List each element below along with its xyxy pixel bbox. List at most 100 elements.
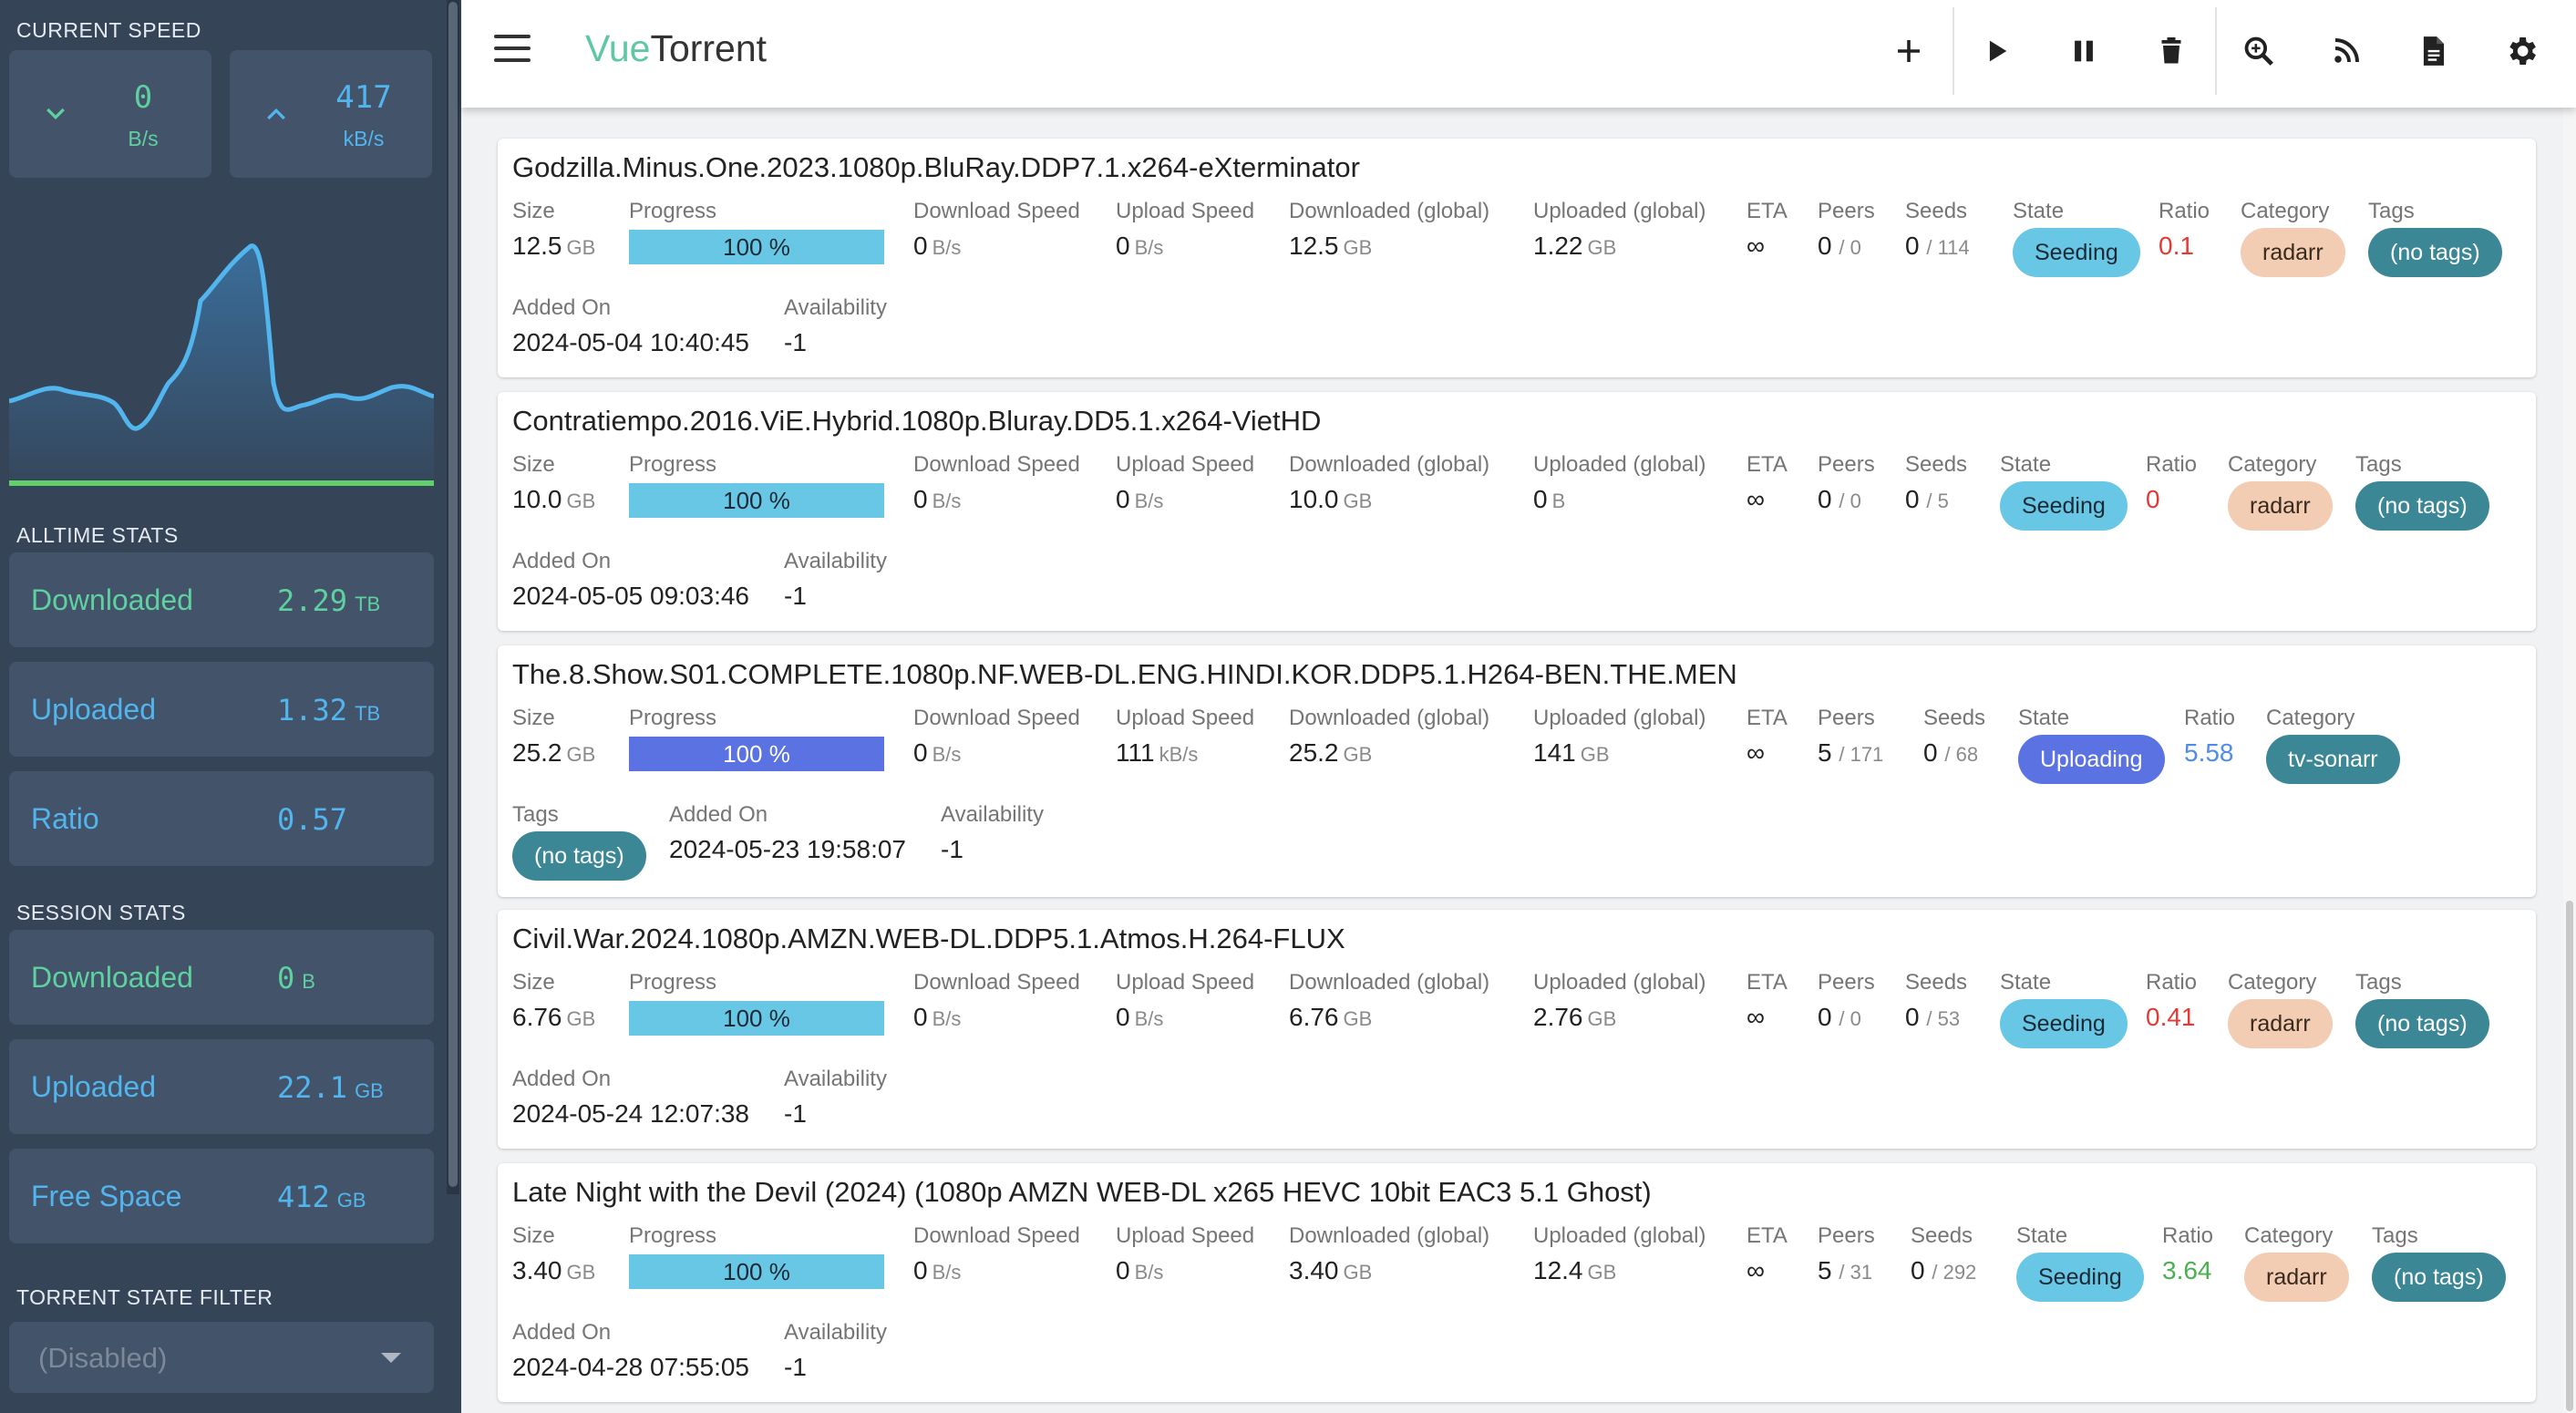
rss-icon[interactable]	[2321, 26, 2372, 77]
session-heading: SESSION STATS	[16, 901, 186, 924]
size-field: Size 10.0 GB	[512, 452, 596, 513]
ratio-field: Ratio 0.41	[2146, 970, 2198, 1031]
uploaded-global-field: Uploaded (global) 12.4 GB	[1533, 1223, 1706, 1284]
ratio-field: Ratio 0.1	[2159, 199, 2210, 260]
uploaded-global-field: Uploaded (global) 2.76 GB	[1533, 970, 1706, 1031]
torrent-name: Godzilla.Minus.One.2023.1080p.BluRay.DDP…	[512, 151, 1360, 183]
status-badge: Seeding	[2016, 1253, 2144, 1302]
speed-graph-area	[9, 245, 434, 479]
availability-field: Availability -1	[784, 1067, 887, 1128]
alltime-heading: ALLTIME STATS	[16, 523, 179, 547]
progress-bar: 100 %	[629, 737, 884, 771]
progress-field: Progress 100 %	[629, 706, 884, 771]
session-uploaded-label: Uploaded	[31, 1070, 156, 1103]
progress-bar: 100 %	[629, 1001, 884, 1036]
category-chip: radarr	[2241, 228, 2345, 277]
state-field: State Seeding	[2016, 1223, 2144, 1302]
chevron-down-icon	[381, 1353, 401, 1363]
downloaded-global-field: Downloaded (global) 3.40 GB	[1289, 1223, 1490, 1284]
tag-chip: (no tags)	[2372, 1253, 2506, 1302]
added-on-field: Added On 2024-05-05 09:03:46	[512, 549, 749, 610]
free-space-card: Free Space 412 GB	[9, 1149, 434, 1243]
progress-field: Progress 100 %	[629, 199, 884, 264]
settings-icon[interactable]	[2496, 26, 2547, 77]
category-chip: radarr	[2228, 999, 2333, 1048]
state-filter-select[interactable]: (Disabled)	[9, 1322, 434, 1393]
upload-speed-field: Upload Speed 0 B/s	[1116, 1223, 1255, 1284]
tags-field: Tags (no tags)	[2368, 199, 2502, 277]
alltime-uploaded-value: 1.32 TB	[277, 693, 381, 727]
peers-field: Peers 5 / 171	[1818, 706, 1884, 767]
added-on-field: Added On 2024-05-04 10:40:45	[512, 295, 749, 356]
category-field: Category radarr	[2244, 1223, 2349, 1302]
torrent-name: Contratiempo.2016.ViE.Hybrid.1080p.Blura…	[512, 405, 1322, 437]
peers-field: Peers 0 / 0	[1818, 452, 1875, 513]
tags-field: Tags (no tags)	[512, 802, 646, 881]
torrent-card[interactable]: Contratiempo.2016.ViE.Hybrid.1080p.Blura…	[498, 392, 2536, 631]
category-chip: tv-sonarr	[2266, 735, 2400, 784]
session-uploaded-value: 22.1 GB	[277, 1070, 384, 1105]
chevron-down-icon	[46, 108, 65, 120]
state-filter-heading: TORRENT STATE FILTER	[16, 1285, 273, 1309]
torrent-name: Civil.War.2024.1080p.AMZN.WEB-DL.DDP5.1.…	[512, 923, 1345, 954]
session-downloaded-value: 0B	[277, 961, 315, 995]
tag-chip: (no tags)	[2355, 481, 2489, 531]
torrent-card[interactable]: Civil.War.2024.1080p.AMZN.WEB-DL.DDP5.1.…	[498, 910, 2536, 1149]
state-field: State Seeding	[2013, 199, 2140, 277]
download-speed-field: Download Speed 0 B/s	[913, 199, 1080, 260]
torrent-name: The.8.Show.S01.COMPLETE.1080p.NF.WEB-DL.…	[512, 658, 1737, 690]
alltime-ratio-label: Ratio	[31, 802, 99, 835]
added-on-field: Added On 2024-04-28 07:55:05	[512, 1320, 749, 1381]
category-field: Category radarr	[2228, 452, 2333, 531]
uploaded-global-field: Uploaded (global) 141 GB	[1533, 706, 1706, 767]
speed-graph	[9, 243, 434, 486]
tags-field: Tags (no tags)	[2355, 452, 2489, 531]
eta-field: ETA ∞	[1747, 452, 1788, 513]
eta-field: ETA ∞	[1747, 1223, 1788, 1284]
pause-icon[interactable]	[2058, 26, 2109, 77]
status-badge: Seeding	[2000, 481, 2128, 531]
torrent-card[interactable]: The.8.Show.S01.COMPLETE.1080p.NF.WEB-DL.…	[498, 645, 2536, 897]
logs-icon[interactable]	[2408, 26, 2459, 77]
size-field: Size 6.76 GB	[512, 970, 596, 1031]
category-field: Category tv-sonarr	[2266, 706, 2400, 784]
peers-field: Peers 0 / 0	[1818, 199, 1875, 260]
peers-field: Peers 0 / 0	[1818, 970, 1875, 1031]
state-filter-placeholder: (Disabled)	[38, 1342, 168, 1374]
uploaded-global-field: Uploaded (global) 1.22 GB	[1533, 199, 1706, 260]
tag-chip: (no tags)	[512, 831, 646, 881]
delete-icon[interactable]	[2146, 26, 2197, 77]
availability-field: Availability -1	[784, 1320, 887, 1381]
upload-speed-field: Upload Speed 0 B/s	[1116, 199, 1255, 260]
upload-speed-card: 417 kB/s	[230, 50, 432, 178]
sidebar-scrollbar[interactable]	[447, 0, 459, 1194]
alltime-downloaded-value: 2.29 TB	[277, 583, 381, 618]
availability-field: Availability -1	[784, 295, 887, 356]
state-field: State Seeding	[2000, 452, 2128, 531]
seeds-field: Seeds 0 / 114	[1905, 199, 1970, 260]
status-badge: Uploading	[2018, 735, 2165, 784]
main-scrollbar[interactable]	[2563, 108, 2576, 1413]
resume-icon[interactable]	[1971, 26, 2022, 77]
ratio-field: Ratio 5.58	[2184, 706, 2236, 767]
torrent-card[interactable]: Late Night with the Devil (2024) (1080p …	[498, 1163, 2536, 1402]
menu-icon[interactable]	[494, 35, 531, 67]
eta-field: ETA ∞	[1747, 970, 1788, 1031]
upload-speed-field: Upload Speed 0 B/s	[1116, 452, 1255, 513]
torrent-name: Late Night with the Devil (2024) (1080p …	[512, 1176, 1652, 1208]
upload-speed-unit: kB/s	[343, 127, 385, 150]
status-badge: Seeding	[2000, 999, 2128, 1048]
seeds-field: Seeds 0 / 53	[1905, 970, 1968, 1031]
chevron-up-icon	[267, 108, 285, 120]
top-bar: VueTorrent	[461, 0, 2576, 108]
eta-field: ETA ∞	[1747, 706, 1788, 767]
progress-bar: 100 %	[629, 1254, 884, 1289]
add-icon[interactable]	[1883, 26, 1934, 77]
progress-field: Progress 100 %	[629, 970, 884, 1036]
seeds-field: Seeds 0 / 292	[1911, 1223, 1977, 1284]
search-icon[interactable]	[2233, 26, 2284, 77]
session-downloaded-card: Downloaded 0B	[9, 930, 434, 1025]
tag-chip: (no tags)	[2355, 999, 2489, 1048]
ratio-field: Ratio 0	[2146, 452, 2198, 513]
torrent-card[interactable]: Godzilla.Minus.One.2023.1080p.BluRay.DDP…	[498, 139, 2536, 377]
